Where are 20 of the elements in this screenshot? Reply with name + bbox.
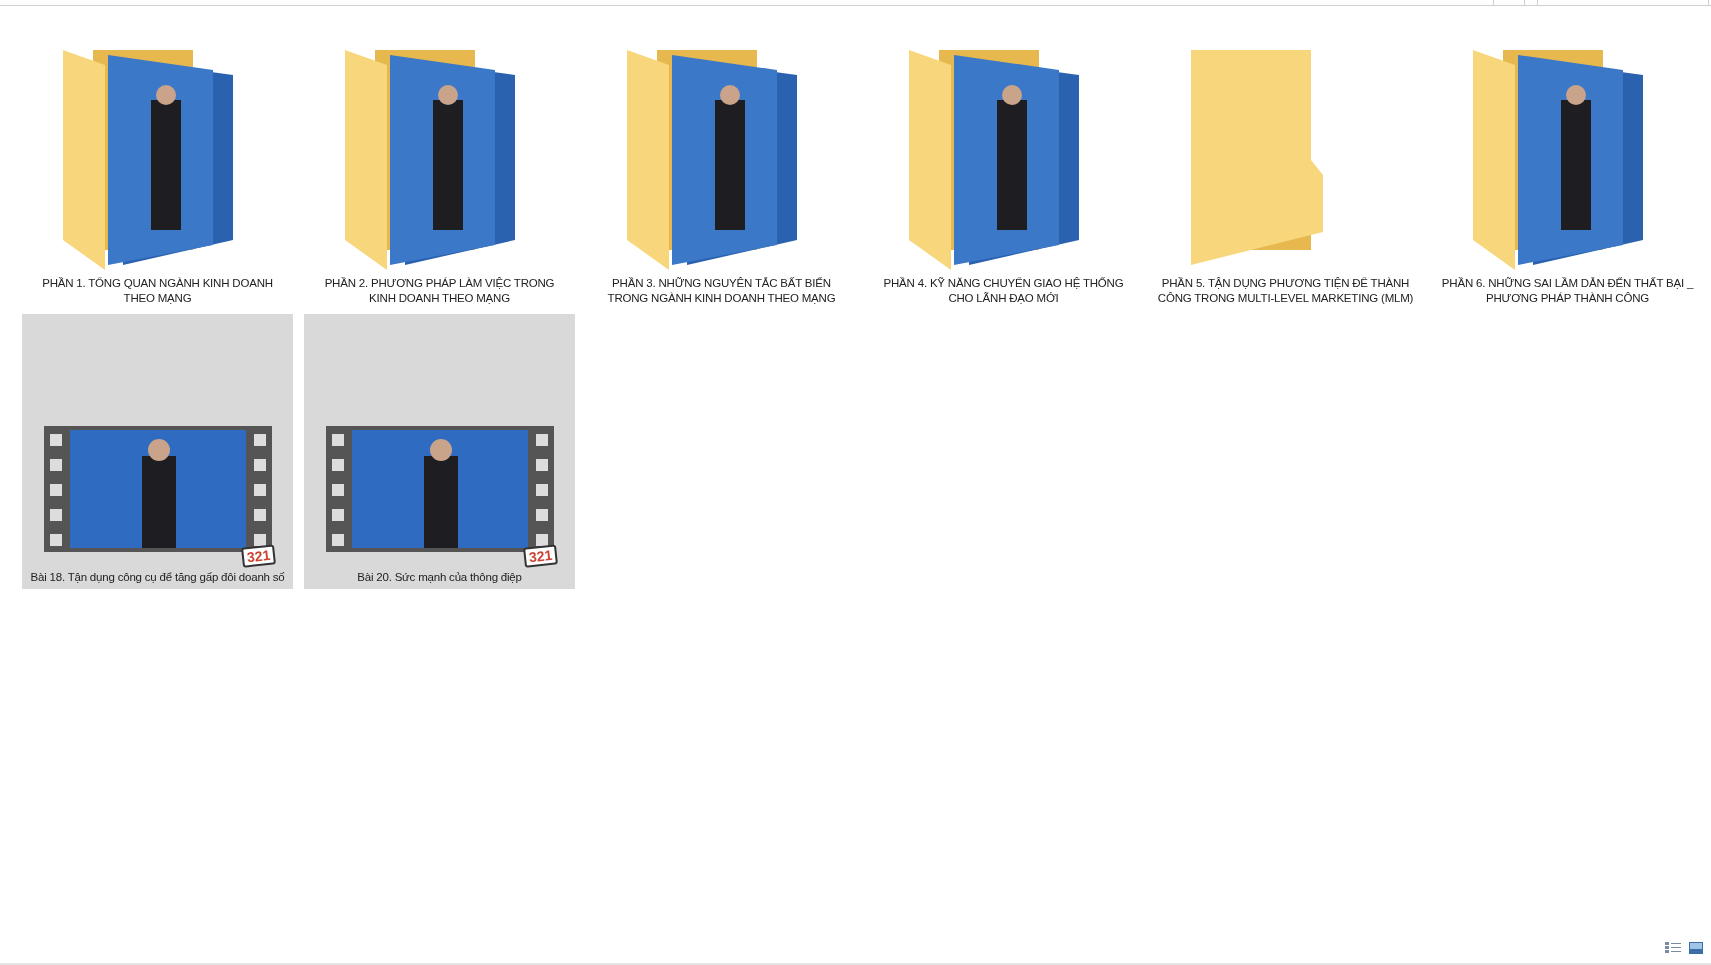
folder-item[interactable]: PHẦN 2. PHƯƠNG PHÁP LÀM VIỆC TRONG KINH DOANH THEO MẠNG bbox=[304, 46, 575, 310]
player-badge: 321 bbox=[241, 544, 277, 568]
folder-item[interactable]: PHẦN 1. TỔNG QUAN NGÀNH KINH DOANH THEO MẠNG bbox=[22, 46, 293, 310]
file-name: PHẦN 1. TỔNG QUAN NGÀNH KINH DOANH THEO MẠNG bbox=[41, 276, 274, 306]
folder-item[interactable]: PHẦN 5. TẬN DỤNG PHƯƠNG TIỆN ĐỂ THÀNH CÔNG TRONG MULTI-LEVEL MARKETING (MLM) bbox=[1150, 46, 1421, 310]
folder-item[interactable]: PHẦN 6. NHỮNG SAI LẦM DẪN ĐẾN THẤT BẠI _ PHƯƠNG PHÁP THÀNH CÔNG bbox=[1432, 46, 1703, 310]
details-view-icon[interactable] bbox=[1665, 942, 1681, 954]
video-file-item[interactable]: 321 Bài 18. Tận dụng công cụ để tăng gấp đôi doanh số bbox=[22, 314, 293, 589]
file-name: PHẦN 6. NHỮNG SAI LẦM DẪN ĐẾN THẤT BẠI _ PHƯƠNG PHÁP THÀNH CÔNG bbox=[1440, 276, 1695, 306]
folder-item[interactable]: PHẦN 3. NHỮNG NGUYÊN TẮC BẤT BIẾN TRONG NGÀNH KINH DOANH THEO MẠNG bbox=[586, 46, 857, 310]
large-icons-view-icon[interactable] bbox=[1689, 942, 1703, 954]
file-name: PHẦN 3. NHỮNG NGUYÊN TẮC BẤT BIẾN TRONG NGÀNH KINH DOANH THEO MẠNG bbox=[606, 276, 837, 306]
file-name: PHẦN 5. TẬN DỤNG PHƯƠNG TIỆN ĐỂ THÀNH CÔNG TRONG MULTI-LEVEL MARKETING (MLM) bbox=[1156, 276, 1415, 306]
file-name: PHẦN 4. KỸ NĂNG CHUYỂN GIAO HỆ THỐNG CHO LÃNH ĐẠO MỚI bbox=[882, 276, 1125, 306]
file-name: Bài 18. Tận dụng công cụ để tăng gấp đôi doanh số bbox=[29, 570, 286, 585]
video-file-item[interactable]: 321 Bài 20. Sức mạnh của thông điệp bbox=[304, 314, 575, 589]
file-name: Bài 20. Sức mạnh của thông điệp bbox=[356, 570, 523, 585]
player-badge: 321 bbox=[523, 544, 559, 568]
folder-item[interactable]: PHẦN 4. KỸ NĂNG CHUYỂN GIAO HỆ THỐNG CHO LÃNH ĐẠO MỚI bbox=[868, 46, 1139, 310]
file-name: PHẦN 2. PHƯƠNG PHÁP LÀM VIỆC TRONG KINH DOANH THEO MẠNG bbox=[323, 276, 556, 306]
